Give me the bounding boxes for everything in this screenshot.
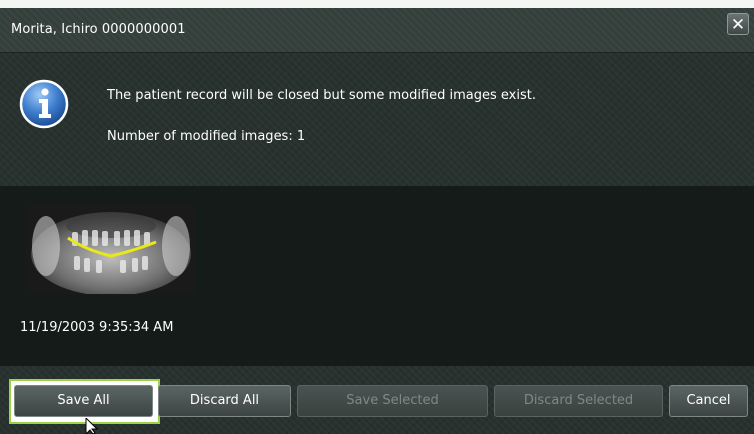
close-button[interactable]: ✕: [727, 13, 749, 35]
title-bar[interactable]: Morita, Ichiro 0000000001: [0, 8, 754, 53]
mouse-pointer-icon: [85, 418, 98, 434]
save-selected-button[interactable]: Save Selected: [297, 385, 488, 417]
discard-all-button[interactable]: Discard All: [158, 385, 291, 417]
window-title: Morita, Ichiro 0000000001: [11, 22, 186, 37]
save-all-button[interactable]: Save All: [14, 385, 153, 417]
cancel-button[interactable]: Cancel: [669, 385, 748, 417]
image-thumbnail[interactable]: [26, 206, 196, 294]
discard-selected-button[interactable]: Discard Selected: [494, 385, 663, 417]
modified-count-text: Number of modified images: 1: [107, 129, 306, 144]
close-icon: ✕: [730, 15, 746, 35]
message-text: The patient record will be closed but so…: [107, 88, 536, 103]
image-timestamp: 11/19/2003 9:35:34 AM: [20, 320, 174, 335]
info-icon: [19, 79, 69, 129]
